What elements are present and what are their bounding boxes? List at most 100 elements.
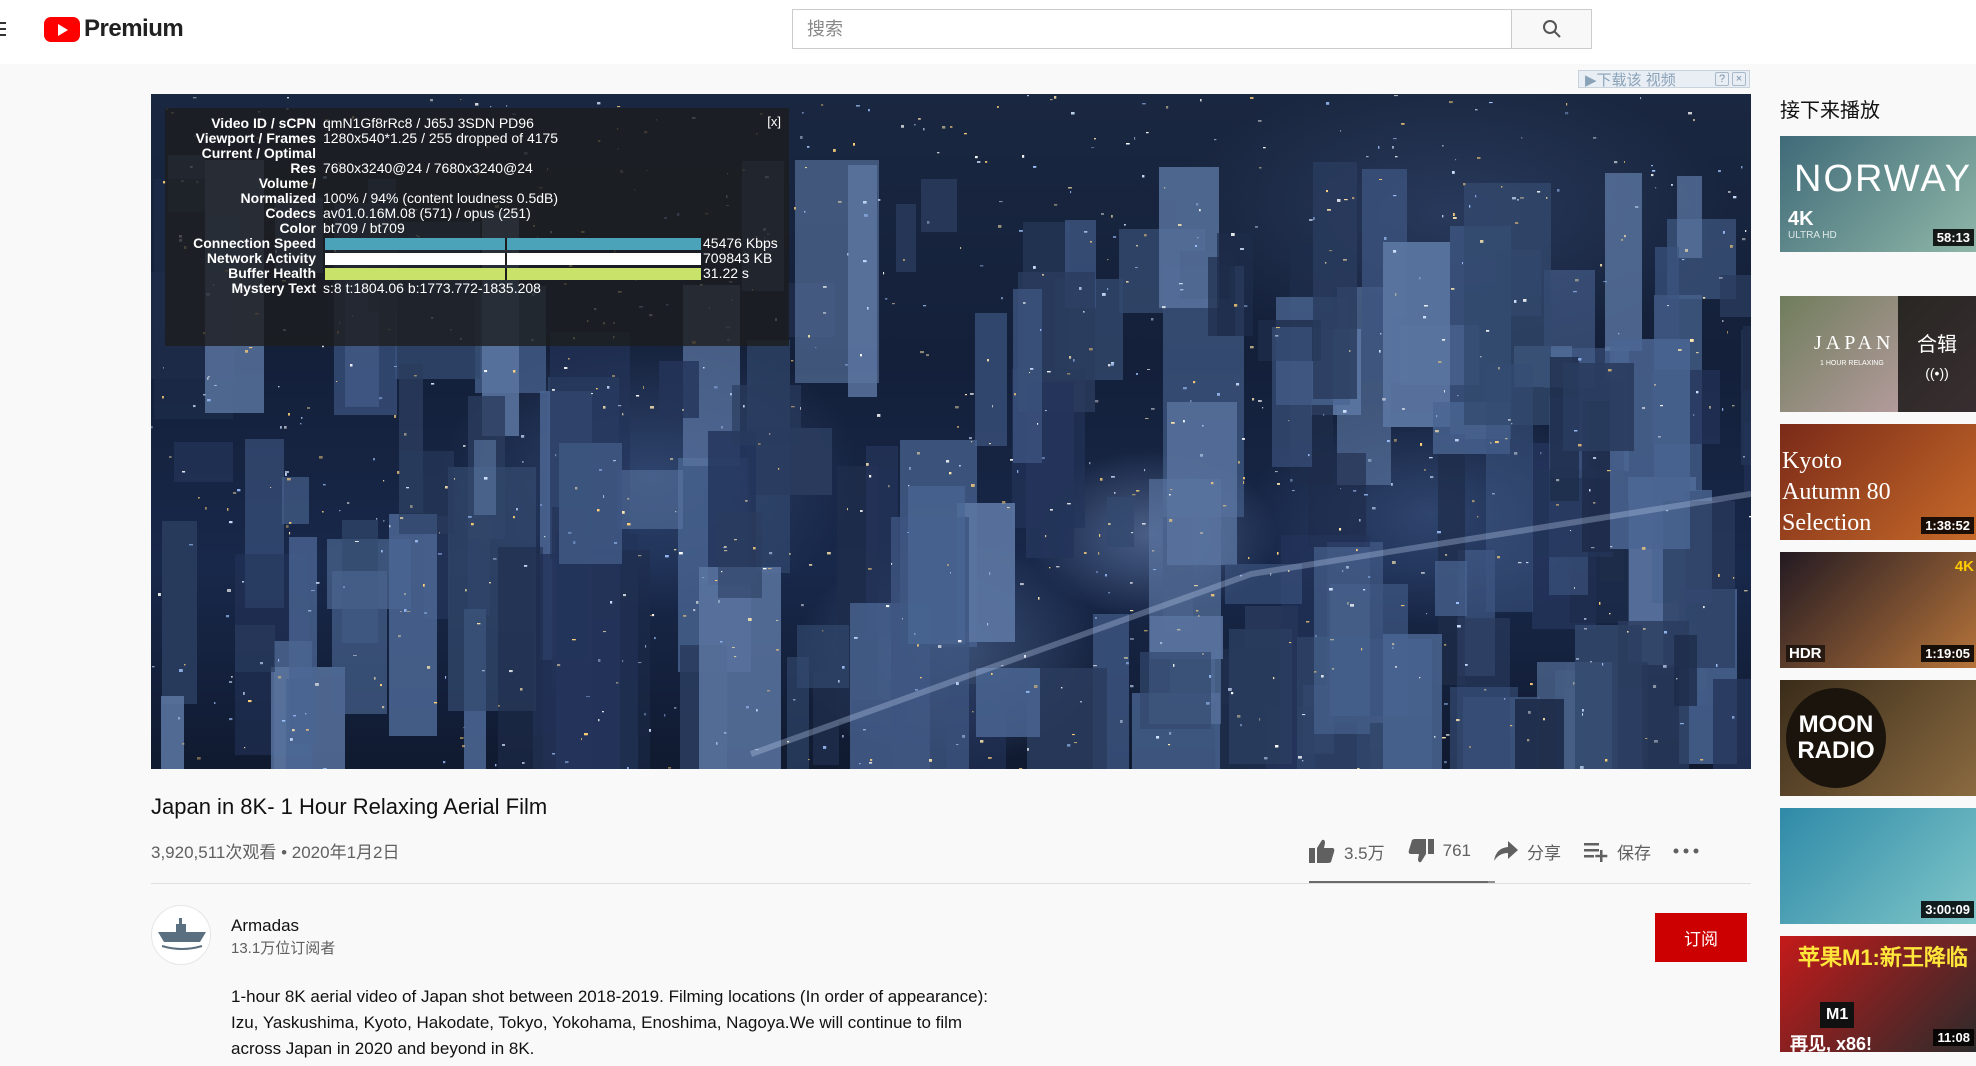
city-light [1456,719,1460,722]
up-next-thumbnail[interactable]: HDR 4K 1:19:05 [1780,552,1976,668]
city-light [460,99,462,101]
city-light [1329,588,1333,591]
city-light [1038,597,1040,600]
stat-row: Mystery Text s:8 t:1804.06 b:1773.772-183… [165,279,789,298]
city-light [1719,277,1723,279]
city-light [1168,744,1171,746]
city-light [1580,766,1584,769]
city-light [249,347,253,349]
city-light [1033,166,1037,168]
city-light [463,727,465,729]
city-light [1126,281,1129,283]
city-light [901,125,904,128]
download-video-bar[interactable]: ▶下载该 视频 ? × [1578,69,1750,90]
city-light [1353,490,1357,492]
save-button[interactable]: 保存 [1583,839,1651,864]
city-light [1429,457,1433,459]
city-light [1457,395,1459,397]
search-input[interactable] [793,10,1511,48]
up-next-thumbnail[interactable]: 3:00:09 [1780,808,1976,924]
city-light [460,737,464,739]
search-button[interactable] [1512,9,1592,49]
city-light [598,719,600,722]
city-light [1162,306,1166,309]
city-light [1472,500,1475,503]
share-button[interactable]: 分享 [1493,839,1561,864]
city-light [1556,479,1560,482]
up-next-thumbnail[interactable]: JAPAN 1 HOUR RELAXING 合辑 ((•)) [1780,296,1976,412]
city-light [1200,454,1203,457]
city-light [280,426,282,429]
city-light [516,508,518,511]
city-light [724,732,727,734]
city-light [1401,605,1405,607]
city-light [1589,489,1591,492]
city-light [1384,237,1387,240]
city-light [1067,744,1071,747]
city-light [540,504,543,506]
city-light [1582,713,1583,716]
stats-for-nerds-panel: [x] Video ID / sCPN qmN1Gf8rRc8 / J65J 3S… [165,108,789,346]
city-light [1680,723,1684,725]
subscribe-button[interactable]: 订阅 [1655,913,1747,962]
city-light [1170,489,1173,491]
city-light [800,136,803,139]
city-light [1326,102,1330,105]
city-light [821,104,824,106]
menu-icon[interactable] [0,22,8,38]
video-player[interactable]: [x] Video ID / sCPN qmN1Gf8rRc8 / J65J 3S… [151,94,1751,769]
city-light [991,673,993,675]
up-next-thumbnail[interactable]: NORWAY 4K ULTRA HD 58:13 [1780,136,1976,252]
city-light [1602,663,1604,666]
city-light [410,505,413,508]
city-light [1654,384,1656,386]
city-light [1206,702,1210,705]
up-next-thumbnail[interactable]: 苹果M1:新王降临 M1 再见, x86! 11:08 [1780,936,1976,1052]
city-light [1243,477,1245,480]
city-light [1275,335,1279,337]
city-light [1671,184,1673,186]
building-shape [1720,275,1751,317]
dislike-button[interactable]: 761 [1407,838,1471,864]
city-light [1169,732,1172,735]
more-actions-button[interactable] [1673,847,1707,855]
city-light [1387,440,1390,443]
city-light [414,375,417,377]
city-light [789,553,791,555]
channel-avatar[interactable] [151,905,211,965]
download-close-button[interactable]: × [1732,72,1746,86]
channel-name[interactable]: Armadas [231,916,299,936]
city-light [1209,675,1212,678]
city-light [301,417,303,419]
like-button[interactable]: 3.5万 [1308,838,1385,864]
up-next-thumbnail[interactable]: MOON RADIO [1780,680,1976,796]
city-light [1080,701,1082,703]
city-light [1627,631,1629,633]
city-light [853,143,855,146]
city-light [1514,300,1517,303]
city-light [1696,391,1699,394]
city-light [845,364,848,366]
city-light [260,662,263,665]
city-light [1379,179,1383,180]
city-light [1419,277,1421,280]
city-light [1420,443,1423,446]
up-next-thumbnail[interactable]: Kyoto Autumn 80 Selection 1:38:52 [1780,424,1976,540]
city-light [1067,373,1071,375]
city-light [1565,112,1569,115]
city-light [715,580,718,581]
thumbnail-title: Kyoto Autumn 80 Selection [1782,448,1891,536]
city-light [484,477,488,480]
city-light [1652,170,1656,172]
city-light [231,676,233,678]
youtube-logo[interactable]: Premium [44,14,184,44]
city-light [1590,661,1592,663]
city-light [891,563,893,565]
city-light [462,745,465,748]
city-light [407,611,411,612]
city-light [398,635,401,638]
download-video-label[interactable]: ▶下载该 视频 [1579,69,1715,90]
download-help-button[interactable]: ? [1715,72,1729,86]
building-shape [617,470,683,529]
city-light [1050,509,1053,511]
